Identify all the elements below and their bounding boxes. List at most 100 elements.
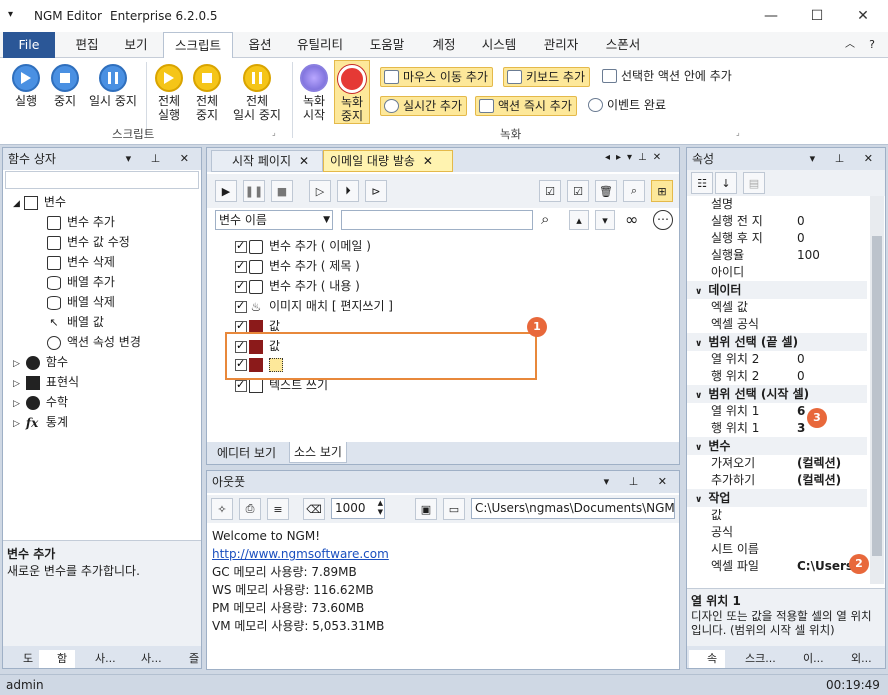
prop-excel-value[interactable]: 엑셀 값: [711, 299, 869, 316]
panel-controls[interactable]: ▾ ⊥ ✕: [810, 148, 881, 170]
checkbox[interactable]: [235, 299, 247, 313]
close-window-button[interactable]: ✕: [840, 0, 886, 32]
maximize-button[interactable]: ☐: [794, 0, 840, 32]
file-menu[interactable]: File: [3, 32, 55, 58]
scrollbar-thumb[interactable]: [872, 236, 882, 556]
pause-icon[interactable]: ❚❚: [243, 180, 265, 202]
menu-script[interactable]: 스크립트: [163, 32, 233, 59]
action-row[interactable]: 변수 추가 ( 이메일 ): [235, 237, 371, 254]
prop-import[interactable]: 가져오기 (컬렉션): [711, 455, 869, 472]
function-search-input[interactable]: [5, 171, 199, 189]
menu-admin[interactable]: 관리자: [538, 32, 584, 58]
add-in-selected-action-button[interactable]: 선택한 액션 안에 추가: [599, 67, 736, 87]
delete-icon[interactable]: 🗑: [595, 180, 617, 202]
prop-add[interactable]: 추가하기 (컬렉션): [711, 472, 869, 489]
prop-id[interactable]: 아이디: [711, 264, 869, 281]
tree-item-array-value[interactable]: ↖ 배열 값: [47, 313, 104, 330]
check-all-icon[interactable]: ☑: [539, 180, 561, 202]
list-icon[interactable]: ≡: [267, 498, 289, 520]
checkbox[interactable]: [235, 259, 247, 273]
prop-value[interactable]: 값: [711, 507, 869, 524]
close-tab-icon[interactable]: ✕: [423, 154, 433, 168]
tree-view-icon[interactable]: ⊞: [651, 180, 673, 202]
tree-item-delete-variable[interactable]: 변수 삭제: [47, 253, 115, 270]
stop-all-button[interactable]: 전체 중지: [188, 64, 226, 122]
action-immediate-add-button[interactable]: 액션 즉시 추가: [475, 96, 577, 116]
run-to-cursor-icon[interactable]: ⏵: [337, 180, 359, 202]
filter-input[interactable]: [341, 210, 533, 230]
help-icon[interactable]: ?: [862, 32, 882, 58]
tree-function-group[interactable]: ▷ 함수: [13, 353, 68, 370]
prop-row-1[interactable]: 행 위치 13: [711, 420, 869, 437]
category-task[interactable]: ∨ 작업: [687, 489, 867, 507]
folder-icon[interactable]: ▭: [443, 498, 465, 520]
tree-stats-group[interactable]: ▷ fx 통계: [13, 413, 68, 430]
category-variable[interactable]: ∨ 변수: [687, 437, 867, 455]
categorized-icon[interactable]: ☷: [691, 172, 713, 194]
property-scrollbar[interactable]: [870, 196, 884, 584]
tree-item-add-array[interactable]: 배열 추가: [47, 273, 115, 290]
checkbox[interactable]: [235, 319, 247, 333]
tree-item-change-action-property[interactable]: 액션 속성 변경: [47, 333, 141, 350]
tab-start-page[interactable]: 시작 페이지 ✕: [211, 150, 323, 172]
tab-nav-controls[interactable]: ◂▸▾⊥✕: [605, 152, 667, 163]
action-row[interactable]: 변수 추가 ( 내용 ): [235, 277, 360, 294]
tree-math-group[interactable]: ▷ 수학: [13, 393, 68, 410]
dialog-launcher-icon[interactable]: ⌟: [272, 128, 276, 137]
spinner-icon[interactable]: ▲ ▼: [378, 499, 383, 517]
menu-account[interactable]: 계정: [424, 32, 464, 58]
prop-delay-after[interactable]: 실행 후 지0: [711, 230, 869, 247]
tab-properties[interactable]: 속: [689, 650, 725, 668]
prop-row-2[interactable]: 행 위치 20: [711, 368, 869, 385]
broom-icon[interactable]: ✧: [211, 498, 233, 520]
action-row[interactable]: 변수 추가 ( 제목 ): [235, 257, 360, 274]
prop-formula[interactable]: 공식: [711, 524, 869, 541]
document-settings-icon[interactable]: ⎙: [239, 498, 261, 520]
menu-options[interactable]: 옵션: [240, 32, 280, 58]
menu-sponsor[interactable]: 스폰서: [600, 32, 646, 58]
dialog-launcher-icon[interactable]: ⌟: [736, 128, 740, 137]
loop-icon[interactable]: ∞: [625, 210, 638, 229]
menu-utility[interactable]: 유틸리티: [292, 32, 348, 58]
prop-sheet-name[interactable]: 시트 이름: [711, 541, 869, 558]
search-icon[interactable]: ⌕: [541, 210, 549, 228]
tab-functions[interactable]: 함: [39, 650, 75, 668]
search-icon[interactable]: ⌕: [623, 180, 645, 202]
action-row[interactable]: ♨이미지 매치 [ 편지쓰기 ]: [235, 297, 393, 314]
property-pages-icon[interactable]: ▤: [743, 172, 765, 194]
run-button[interactable]: 실행: [6, 64, 46, 108]
tree-item-add-variable[interactable]: 변수 추가: [47, 213, 115, 230]
mouse-move-add-button[interactable]: 마우스 이동 추가: [380, 67, 493, 87]
system-menu-icon[interactable]: ▾: [8, 9, 13, 20]
play-icon[interactable]: ▶: [215, 180, 237, 202]
panel-controls[interactable]: ▾ ⊥ ✕: [604, 471, 675, 493]
prop-excel-file[interactable]: 엑셀 파일 C:\Users\: [711, 558, 869, 575]
filter-select[interactable]: 변수 이름 ▼: [215, 210, 333, 230]
eraser-icon[interactable]: ⌫: [303, 498, 325, 520]
tab-user-functions[interactable]: 사...: [123, 650, 169, 668]
collapse-ribbon-icon[interactable]: ︿: [840, 32, 860, 58]
tab-source-view[interactable]: 소스 보기: [289, 442, 347, 463]
move-down-icon[interactable]: ▾: [595, 210, 615, 230]
tab-toolbox[interactable]: 도: [5, 650, 39, 668]
checkbox[interactable]: [235, 239, 247, 253]
minimize-button[interactable]: —: [748, 0, 794, 32]
panel-controls[interactable]: ▾ ⊥ ✕: [126, 148, 197, 170]
close-tab-icon[interactable]: ✕: [299, 154, 309, 168]
more-icon[interactable]: ⋯: [653, 210, 673, 230]
stop-button[interactable]: 중지: [46, 64, 84, 108]
menu-system[interactable]: 시스템: [476, 32, 522, 58]
realtime-add-button[interactable]: 실시간 추가: [380, 96, 468, 116]
tab-script[interactable]: 스크...: [727, 650, 783, 668]
save-icon[interactable]: ▣: [415, 498, 437, 520]
tree-expression-group[interactable]: ▷ 표현식: [13, 373, 79, 390]
prop-excel-formula[interactable]: 엑셀 공식: [711, 316, 869, 333]
step-icon[interactable]: ▷: [309, 180, 331, 202]
prop-delay-before[interactable]: 실행 전 지0: [711, 213, 869, 230]
event-complete-button[interactable]: 이벤트 완료: [585, 96, 670, 116]
record-stop-button[interactable]: 녹화 중지: [334, 60, 370, 124]
record-start-button[interactable]: 녹화 시작: [296, 64, 332, 122]
tab-external[interactable]: 외...: [833, 650, 883, 668]
menu-edit[interactable]: 편집: [64, 32, 110, 58]
pause-all-button[interactable]: 전체 일시 중지: [226, 64, 288, 122]
